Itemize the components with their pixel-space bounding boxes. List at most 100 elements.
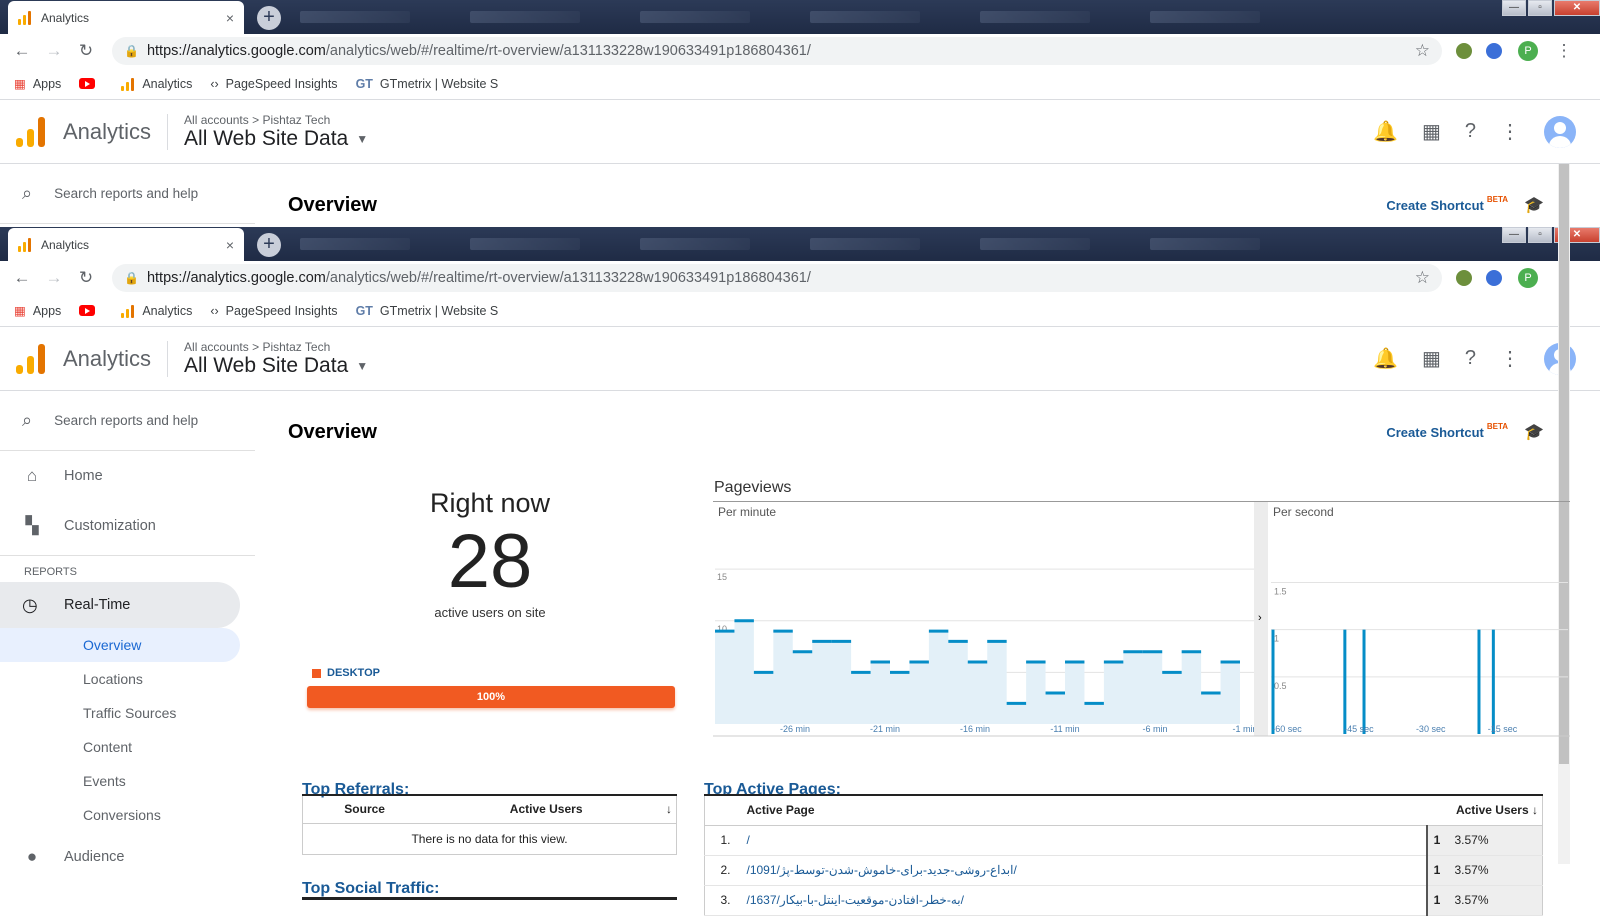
bell-icon[interactable]: 🔔	[1373, 119, 1398, 144]
apps-icon[interactable]: ▦	[1422, 119, 1441, 144]
per-second-label: Per second	[1273, 505, 1334, 519]
bookmark-apps[interactable]: ▦ Apps	[14, 76, 61, 92]
more-vert-icon[interactable]: ⋮	[1500, 346, 1520, 371]
sidebar-sub-content[interactable]: Content	[0, 730, 255, 764]
x-tick-label: -15 sec	[1488, 724, 1518, 734]
tab-close-icon[interactable]: ×	[226, 237, 234, 253]
page-link[interactable]: /1091/ابداع-روشی-جدید-برای-خاموش-شدن-توس…	[738, 855, 1427, 886]
background-browser-window: Analytics × + — ▫ ✕ ← → ↻ 🔒 https://analyt…	[0, 0, 1600, 227]
youtube-icon	[79, 78, 96, 89]
device-bar: 100%	[307, 686, 675, 708]
extension-icon[interactable]	[1456, 270, 1472, 286]
maximize-icon[interactable]: ▫	[1528, 227, 1552, 243]
bookmark-gtmetrix[interactable]: GT GTmetrix | Website S	[356, 77, 499, 91]
window-controls: — ▫ ✕	[1500, 227, 1600, 243]
bookmark-analytics[interactable]: Analytics	[121, 77, 192, 91]
bell-icon[interactable]: 🔔	[1373, 346, 1398, 371]
table-row: 2./1091/ابداع-روشی-جدید-برای-خاموش-شدن-ت…	[704, 855, 1543, 886]
chrome-menu-icon[interactable]: ⋮	[1548, 41, 1580, 61]
bookmark-star-icon[interactable]: ☆	[1415, 41, 1430, 61]
url-input[interactable]: 🔒 https://analytics.google.com/analytics…	[112, 264, 1442, 292]
url-text: https://analytics.google.com/analytics/w…	[146, 43, 811, 59]
empty-message: There is no data for this view.	[411, 831, 568, 846]
bookmark-apps[interactable]: ▦ Apps	[14, 303, 61, 319]
sidebar-item-audience[interactable]: ● Audience	[0, 832, 255, 882]
bookmark-youtube[interactable]	[79, 78, 103, 89]
col-active-page[interactable]: Active Page	[738, 795, 1427, 826]
browser-tab[interactable]: Analytics ×	[8, 228, 244, 261]
search-input[interactable]: ⌕ Search reports and help	[0, 164, 255, 224]
sort-arrow-icon[interactable]: ↓	[1532, 803, 1538, 817]
ghost-tabs	[300, 227, 1440, 261]
reports-label: REPORTS	[0, 555, 255, 582]
page-link[interactable]: /1637/به-خطر-افتادن-موقعیت-اینتل-با-بیکا…	[738, 885, 1427, 916]
create-shortcut-link[interactable]: Create Shortcut BETA 🎓	[1386, 422, 1544, 442]
sidebar-sub-conversions[interactable]: Conversions	[0, 798, 255, 832]
x-tick-label: -16 min	[960, 724, 990, 734]
apps-icon[interactable]: ▦	[1422, 346, 1441, 371]
sort-arrow-icon[interactable]: ↓	[666, 802, 672, 816]
col-active-users[interactable]: Active Users ↓	[1426, 795, 1543, 826]
sidebar-sub-traffic-sources[interactable]: Traffic Sources	[0, 696, 255, 730]
tab-close-icon[interactable]: ×	[226, 10, 234, 26]
help-icon[interactable]: ?	[1465, 347, 1476, 370]
profile-avatar[interactable]: P	[1518, 268, 1538, 288]
person-icon: ●	[26, 847, 38, 866]
analytics-icon	[121, 77, 135, 91]
forward-icon[interactable]: →	[38, 268, 70, 288]
bookmark-star-icon[interactable]: ☆	[1415, 268, 1430, 288]
extension-icon[interactable]	[1486, 270, 1502, 286]
bookmark-pagespeed[interactable]: ‹› PageSpeed Insights	[210, 304, 337, 318]
help-icon[interactable]: ?	[1465, 120, 1476, 143]
analytics-favicon-icon	[18, 10, 31, 25]
graduation-cap-icon[interactable]: 🎓	[1524, 197, 1544, 214]
bookmark-analytics[interactable]: Analytics	[121, 304, 192, 318]
x-tick-label: -21 min	[870, 724, 900, 734]
analytics-icon	[121, 304, 135, 318]
sidebar: ⌕ Search reports and help	[0, 164, 255, 227]
col-source[interactable]: Source	[302, 795, 427, 824]
browser-tab[interactable]: Analytics ×	[8, 1, 244, 34]
search-input[interactable]: ⌕ Search reports and help	[0, 391, 255, 451]
home-icon: ⌂	[26, 466, 38, 485]
sidebar-item-home[interactable]: ⌂ Home	[0, 451, 255, 501]
new-tab-button[interactable]: +	[257, 233, 281, 257]
col-active-users[interactable]: Active Users ↓	[426, 795, 677, 824]
extension-icon[interactable]	[1486, 43, 1502, 59]
forward-icon[interactable]: →	[38, 41, 70, 61]
back-icon[interactable]: ←	[6, 268, 38, 288]
page-link[interactable]: /	[738, 825, 1427, 856]
table-row: 3./1637/به-خطر-افتادن-موقعیت-اینتل-با-بی…	[704, 885, 1543, 916]
sidebar-sub-overview[interactable]: Overview	[0, 628, 240, 662]
url-input[interactable]: 🔒 https://analytics.google.com/analytics…	[112, 37, 1442, 65]
bookmark-pagespeed[interactable]: ‹› PageSpeed Insights	[210, 77, 337, 91]
create-shortcut-link[interactable]: Create Shortcut BETA 🎓	[1386, 195, 1544, 215]
page-title: Overview	[288, 193, 377, 216]
reload-icon[interactable]: ↻	[70, 268, 102, 288]
account-avatar[interactable]	[1544, 115, 1576, 148]
reload-icon[interactable]: ↻	[70, 41, 102, 61]
close-window-icon[interactable]: ✕	[1554, 0, 1600, 16]
bookmark-youtube[interactable]	[79, 305, 103, 316]
account-selector[interactable]: All accounts > Pishtaz Tech All Web Site…	[184, 113, 368, 151]
sidebar-item-realtime[interactable]: ◷ Real-Time	[0, 582, 240, 628]
maximize-icon[interactable]: ▫	[1528, 0, 1552, 16]
dropdown-caret-icon: ▼	[356, 358, 369, 373]
lock-icon: 🔒	[124, 271, 139, 285]
new-tab-button[interactable]: +	[257, 6, 281, 30]
profile-avatar[interactable]: P	[1518, 41, 1538, 61]
sidebar-item-customization[interactable]: ▚ Customization	[0, 501, 255, 551]
y-tick-label: 1	[1274, 634, 1279, 644]
sidebar-sub-locations[interactable]: Locations	[0, 662, 255, 696]
extension-icon[interactable]	[1456, 43, 1472, 59]
pageviews-title: Pageviews	[714, 479, 792, 496]
back-icon[interactable]: ←	[6, 41, 38, 61]
sidebar-sub-events[interactable]: Events	[0, 764, 255, 798]
minimize-icon[interactable]: —	[1502, 227, 1526, 243]
graduation-cap-icon[interactable]: 🎓	[1524, 424, 1544, 441]
x-tick-label: -6 min	[1142, 724, 1167, 734]
bookmark-gtmetrix[interactable]: GT GTmetrix | Website S	[356, 304, 499, 318]
account-selector[interactable]: All accounts > Pishtaz Tech All Web Site…	[184, 340, 368, 378]
minimize-icon[interactable]: —	[1502, 0, 1526, 16]
more-vert-icon[interactable]: ⋮	[1500, 119, 1520, 144]
